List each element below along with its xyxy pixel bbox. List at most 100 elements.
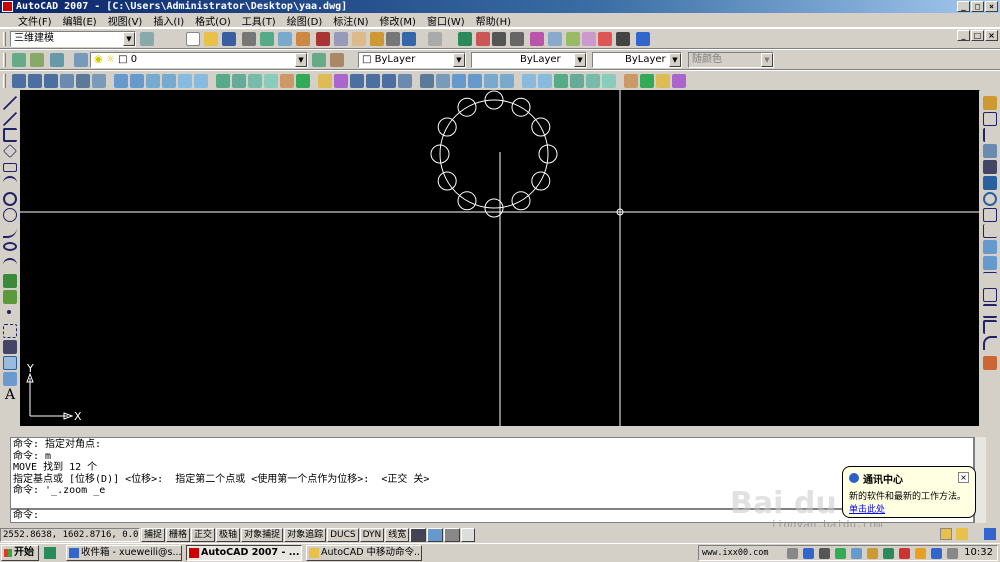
drawing-area[interactable]: Y X (20, 90, 979, 426)
snap-toggle[interactable]: 捕捉 (141, 528, 166, 542)
quicklaunch-icon[interactable] (44, 547, 56, 559)
view-top-icon[interactable] (178, 74, 192, 88)
revision-cloud-icon[interactable] (3, 208, 17, 222)
status-misc-icon[interactable] (461, 528, 476, 542)
scale-icon[interactable] (983, 208, 997, 222)
construction-line-icon[interactable] (3, 112, 17, 126)
view-sw-icon[interactable] (264, 74, 278, 88)
language-icon[interactable] (835, 548, 846, 559)
sweep-icon[interactable] (522, 74, 536, 88)
chevron-down-icon[interactable]: ▼ (123, 32, 135, 46)
3d-rotate-icon[interactable] (656, 74, 670, 88)
lock-icon[interactable] (956, 528, 968, 540)
explode-icon[interactable] (983, 356, 997, 370)
menu-edit[interactable]: 编辑(E) (63, 13, 97, 28)
status-menu-icon[interactable] (444, 528, 461, 542)
print-icon[interactable] (242, 32, 256, 46)
power-icon[interactable] (947, 548, 958, 559)
layer-select[interactable]: ◉ ☼ □ 0 ▼ (90, 52, 308, 68)
break-at-point-icon[interactable] (983, 272, 997, 286)
pyramid-icon[interactable] (452, 74, 466, 88)
copy-object-icon[interactable] (983, 112, 997, 126)
fly-icon[interactable] (92, 74, 106, 88)
undo-icon[interactable] (402, 32, 416, 46)
view-back-icon[interactable] (130, 74, 144, 88)
menu-insert[interactable]: 插入(I) (153, 13, 184, 28)
menu-view[interactable]: 视图(V) (108, 13, 143, 28)
visual-style-icon[interactable] (280, 74, 294, 88)
torus-icon[interactable] (436, 74, 450, 88)
update-icon[interactable] (931, 548, 942, 559)
extrude-icon[interactable] (484, 74, 498, 88)
trim-icon[interactable] (983, 240, 997, 254)
chevron-down-icon[interactable]: ▼ (453, 53, 465, 67)
chevron-down-icon[interactable]: ▼ (574, 53, 586, 67)
antivirus-icon[interactable] (899, 548, 910, 559)
menu-format[interactable]: 格式(O) (195, 13, 231, 28)
maximize-button[interactable]: □ (971, 1, 984, 12)
walk-icon[interactable] (76, 74, 90, 88)
3d-align-icon[interactable] (672, 74, 686, 88)
polar-toggle[interactable]: 极轴 (216, 528, 241, 542)
chevron-down-icon[interactable]: ▼ (669, 53, 681, 67)
balloon-close-button[interactable]: × (958, 472, 969, 483)
paste-icon[interactable] (352, 32, 366, 46)
revolve-icon[interactable] (500, 74, 514, 88)
autocad-app-icon[interactable] (2, 1, 13, 12)
camera-icon[interactable] (60, 74, 74, 88)
microphone-icon[interactable] (819, 548, 830, 559)
break-icon[interactable] (983, 288, 997, 302)
layer-previous-icon[interactable] (50, 53, 64, 67)
doc-restore-button[interactable]: □ (971, 30, 984, 41)
wedge-icon[interactable] (366, 74, 380, 88)
view-nw-icon[interactable] (248, 74, 262, 88)
layer-unisolate-icon[interactable] (330, 53, 344, 67)
messenger-icon[interactable] (915, 548, 926, 559)
comm-center-icon[interactable] (940, 528, 952, 540)
annotation-scale-icon[interactable] (427, 528, 444, 542)
subtract-icon[interactable] (570, 74, 584, 88)
slice-icon[interactable] (602, 74, 616, 88)
spline-icon[interactable] (3, 224, 17, 238)
help-icon[interactable] (636, 32, 650, 46)
tool-palettes-icon[interactable] (566, 32, 580, 46)
table-icon[interactable] (3, 372, 17, 386)
material-icon[interactable] (334, 74, 348, 88)
task-autocad[interactable]: AutoCAD 2007 - ... (186, 545, 302, 561)
redo-icon[interactable] (428, 32, 442, 46)
box-icon[interactable] (350, 74, 364, 88)
toolbar-grip[interactable] (3, 74, 6, 88)
3d-move-icon[interactable] (640, 74, 654, 88)
hatch-icon[interactable] (3, 324, 17, 338)
make-block-icon[interactable] (3, 290, 17, 304)
doc-minimize-button[interactable]: _ (957, 30, 970, 41)
lineweight-select[interactable]: ByLayer ▼ (592, 52, 682, 68)
view-front-icon[interactable] (114, 74, 128, 88)
comm-center-balloon[interactable]: 通讯中心 × 新的软件和最新的工作方法。 单击此处 (842, 466, 976, 518)
calculator-icon[interactable] (616, 32, 630, 46)
zoom-realtime-icon[interactable] (476, 32, 490, 46)
menu-window[interactable]: 窗口(W) (427, 13, 465, 28)
intersect-icon[interactable] (586, 74, 600, 88)
section-icon[interactable] (624, 74, 638, 88)
extend-icon[interactable] (983, 256, 997, 270)
workspace-settings-icon[interactable] (140, 32, 154, 46)
publish-icon[interactable] (278, 32, 292, 46)
menu-modify[interactable]: 修改(M) (380, 13, 416, 28)
keyboard-icon[interactable] (787, 548, 798, 559)
grid-toggle[interactable]: 栅格 (166, 528, 191, 542)
sheet-set-icon[interactable] (582, 32, 596, 46)
volume-icon[interactable] (883, 548, 894, 559)
task-document[interactable]: AutoCAD 中移动命令... (306, 545, 422, 561)
workspace-select[interactable]: 三维建模 ▼ (10, 31, 136, 47)
task-outlook[interactable]: 收件箱 - xueweili@s... (66, 545, 182, 561)
array-icon[interactable] (983, 160, 997, 174)
3d-dwf-icon[interactable] (296, 32, 310, 46)
minimize-button[interactable]: _ (957, 1, 970, 12)
cone-icon[interactable] (382, 74, 396, 88)
doc-close-button[interactable]: × (985, 30, 998, 41)
multiline-text-icon[interactable]: A (3, 388, 17, 402)
view-bottom-icon[interactable] (194, 74, 208, 88)
planar-surface-icon[interactable] (468, 74, 482, 88)
sphere-icon[interactable] (398, 74, 412, 88)
